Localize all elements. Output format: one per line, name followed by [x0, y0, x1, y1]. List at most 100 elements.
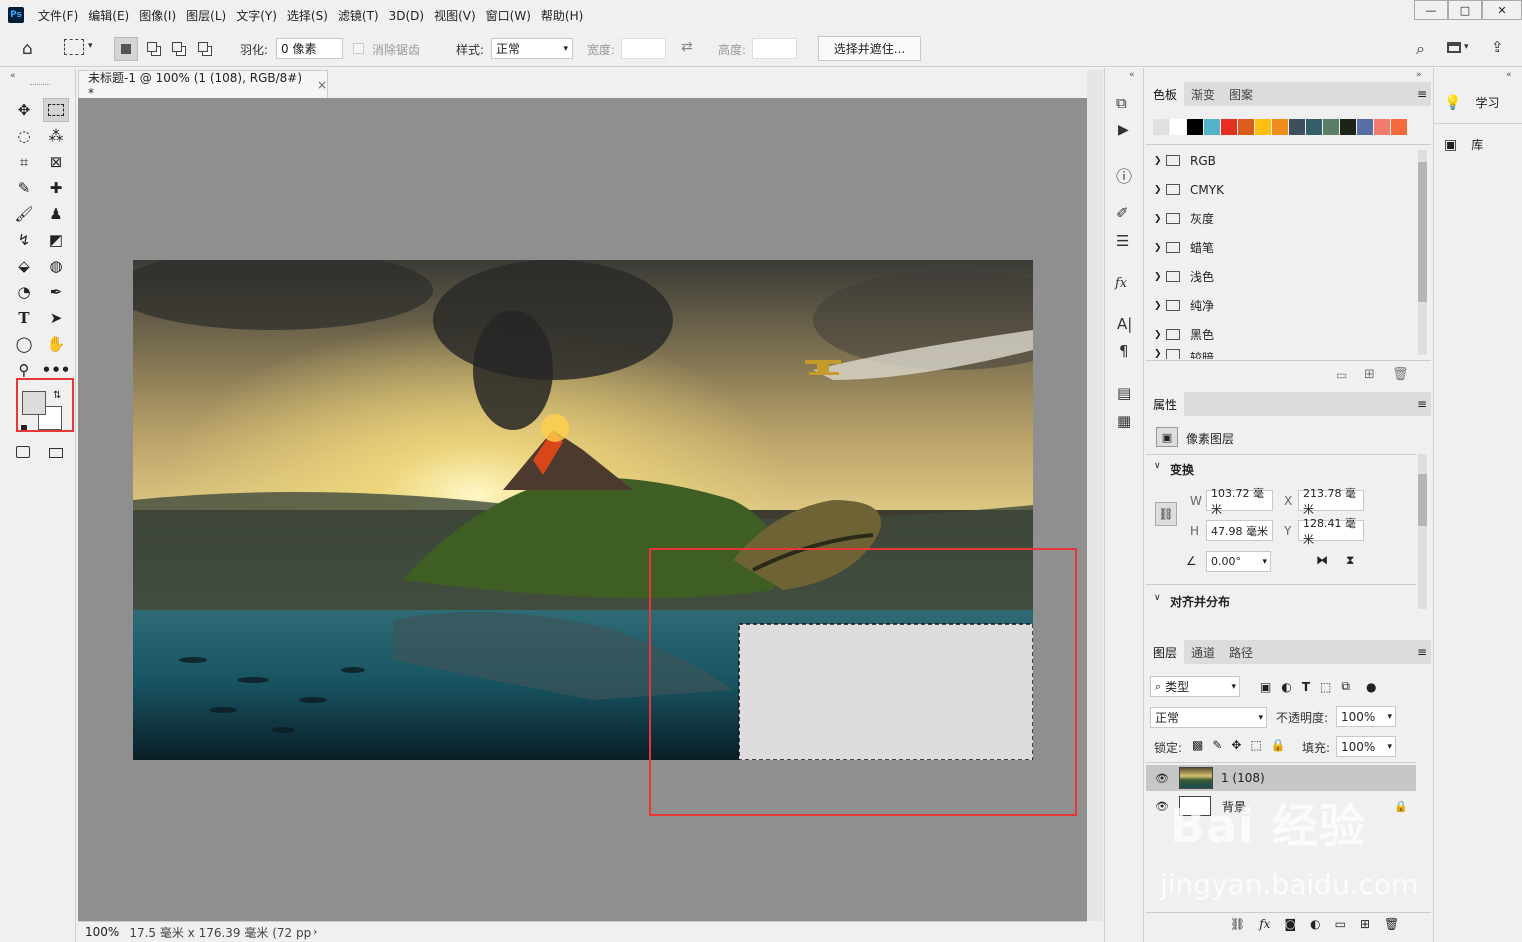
stamp-tool-icon[interactable]: ♟	[43, 202, 69, 226]
style-select[interactable]: 正常 ▾	[491, 38, 573, 59]
properties-panel-icon[interactable]: ▤	[1117, 384, 1131, 402]
lock-pixels-icon[interactable]: ✎	[1212, 738, 1222, 752]
swatch-folder[interactable]: ❯ RGB	[1154, 146, 1414, 175]
panel-menu-icon[interactable]: ≡	[1417, 645, 1427, 659]
lock-transparent-icon[interactable]: ▩	[1192, 738, 1203, 752]
tab-swatches[interactable]: 色板	[1146, 82, 1185, 106]
color-swatch[interactable]	[1340, 119, 1356, 135]
lock-artboard-icon[interactable]: ⬚	[1250, 738, 1261, 752]
workspace-icon[interactable]	[1447, 42, 1461, 53]
menu-help[interactable]: 帮助(H)	[541, 7, 583, 24]
add-mask-icon[interactable]: ◙	[1284, 917, 1296, 931]
fx-icon[interactable]: fx	[1259, 917, 1270, 931]
chevron-down-icon[interactable]: ∨	[1154, 461, 1161, 471]
tab-gradients[interactable]: 渐变	[1184, 82, 1222, 106]
lasso-tool-icon[interactable]: ◌	[11, 124, 37, 148]
menu-file[interactable]: 文件(F)	[38, 7, 78, 24]
menu-edit[interactable]: 编辑(E)	[88, 7, 129, 24]
subtract-selection-button[interactable]	[172, 42, 182, 52]
filter-type-icon[interactable]: T	[1302, 680, 1310, 694]
collapse-icon[interactable]: «	[1129, 70, 1135, 80]
share-icon[interactable]: ⇪	[1491, 38, 1504, 56]
select-and-mask-button[interactable]: 选择并遮住...	[818, 36, 921, 61]
filter-smart-icon[interactable]: ⧉	[1341, 679, 1350, 694]
opacity-input[interactable]: 100% ▾	[1336, 706, 1396, 727]
new-swatch-icon[interactable]: ⊞	[1364, 367, 1375, 382]
foreground-color-swatch[interactable]	[22, 391, 46, 415]
eyedropper-tool-icon[interactable]: ✎	[11, 176, 37, 200]
maximize-button[interactable]: □	[1448, 0, 1482, 20]
bucket-tool-icon[interactable]: ⬙	[11, 254, 37, 278]
menu-select[interactable]: 选择(S)	[287, 7, 328, 24]
search-icon[interactable]: ⌕	[1416, 39, 1425, 59]
color-swatch[interactable]	[1391, 119, 1407, 135]
blur-tool-icon[interactable]: ◍	[43, 254, 69, 278]
quick-mask-icon[interactable]	[16, 446, 30, 458]
tab-properties[interactable]: 属性	[1146, 392, 1185, 416]
collapse-icon[interactable]: «	[1506, 70, 1512, 80]
swatch-folder[interactable]: ❯ 较暗	[1154, 349, 1414, 359]
hand-tool-icon[interactable]: ✋	[43, 332, 69, 356]
learn-button[interactable]: 💡 学习	[1444, 94, 1499, 111]
ellipse-tool-icon[interactable]: ◯	[11, 332, 37, 356]
rect-marquee-tool-icon[interactable]	[43, 98, 69, 122]
color-swatch[interactable]	[1289, 119, 1305, 135]
swatch-folder[interactable]: ❯ 灰度	[1154, 204, 1414, 233]
color-swatch[interactable]	[1221, 119, 1237, 135]
trash-icon[interactable]: 🗑	[1392, 367, 1409, 382]
add-selection-button[interactable]	[147, 42, 157, 52]
swatch-folder[interactable]: ❯ 浅色	[1154, 262, 1414, 291]
color-swatch[interactable]	[1272, 119, 1288, 135]
feather-input[interactable]: 0 像素	[276, 38, 343, 59]
color-swatch[interactable]	[1153, 119, 1169, 135]
menu-image[interactable]: 图像(I)	[139, 7, 176, 24]
lock-all-icon[interactable]: 🔒	[1271, 738, 1286, 752]
menu-3d[interactable]: 3D(D)	[389, 9, 424, 23]
history-panel-icon[interactable]: ⧉	[1116, 94, 1127, 112]
actions-panel-icon[interactable]: ▶	[1118, 122, 1129, 138]
swatch-folder[interactable]: ❯ 纯净	[1154, 291, 1414, 320]
screen-mode-icon[interactable]	[49, 448, 63, 458]
new-group-icon[interactable]: ▭	[1335, 917, 1346, 931]
panel-menu-icon[interactable]: ≡	[1417, 87, 1427, 101]
height-input[interactable]	[752, 38, 797, 59]
menu-type[interactable]: 文字(Y)	[236, 7, 277, 24]
eye-icon[interactable]: 👁	[1155, 800, 1169, 813]
color-swatch[interactable]	[1170, 119, 1186, 135]
chevron-down-icon[interactable]: ▾	[1464, 42, 1469, 52]
flip-horizontal-icon[interactable]: ⧓	[1316, 553, 1328, 567]
expand-icon[interactable]: »	[1416, 70, 1422, 80]
layer-filter-select[interactable]: ⌕ 类型 ▾	[1150, 676, 1240, 697]
lock-icon[interactable]: 🔒	[1394, 800, 1408, 813]
color-swatch[interactable]	[1306, 119, 1322, 135]
color-swatch[interactable]	[1357, 119, 1373, 135]
intersect-selection-button[interactable]	[198, 42, 208, 52]
panel-menu-icon[interactable]: ≡	[1417, 397, 1427, 411]
color-swatch[interactable]	[1374, 119, 1390, 135]
new-selection-button[interactable]	[114, 37, 138, 61]
color-swatch[interactable]	[1187, 119, 1203, 135]
swatch-folder[interactable]: ❯ 蜡笔	[1154, 233, 1414, 262]
brush-settings-icon[interactable]: ✐	[1116, 204, 1129, 222]
tab-layers[interactable]: 图层	[1146, 640, 1185, 664]
y-value-input[interactable]: 128.41 毫米	[1298, 517, 1364, 546]
marquee-preset-icon[interactable]	[64, 39, 84, 55]
x-value-input[interactable]: 213.78 毫米	[1298, 487, 1364, 516]
pen-tool-icon[interactable]: ✒	[43, 280, 69, 304]
dodge-tool-icon[interactable]: ◔	[11, 280, 37, 304]
trash-icon[interactable]: 🗑	[1384, 917, 1399, 931]
new-layer-icon[interactable]: ⊞	[1360, 917, 1370, 931]
crop-tool-icon[interactable]: ⌗	[11, 150, 37, 174]
chevron-down-icon[interactable]: ▾	[88, 41, 93, 51]
library-button[interactable]: ▣ 库	[1444, 136, 1483, 153]
new-group-icon[interactable]: ▭	[1336, 368, 1347, 382]
menu-view[interactable]: 视图(V)	[434, 7, 476, 24]
link-icon[interactable]: ⛓	[1155, 502, 1177, 526]
width-value-input[interactable]: 103.72 毫米	[1206, 487, 1273, 516]
swatch-folder[interactable]: ❯ CMYK	[1154, 175, 1414, 204]
scrollbar[interactable]	[1418, 454, 1427, 609]
antialias-checkbox[interactable]	[353, 43, 364, 54]
lock-position-icon[interactable]: ✥	[1231, 738, 1241, 752]
healing-brush-tool-icon[interactable]: ✚	[43, 176, 69, 200]
eraser-tool-icon[interactable]: ◩	[43, 228, 69, 252]
